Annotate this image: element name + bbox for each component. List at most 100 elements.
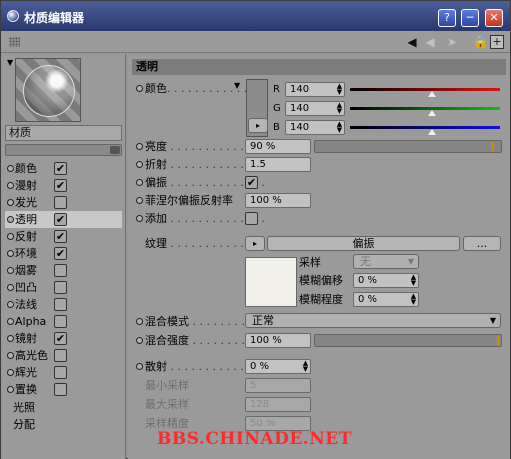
channel-checkbox[interactable] [54,298,67,311]
animation-dot[interactable] [136,161,143,168]
animation-dot[interactable] [136,85,143,92]
rgb-value-field[interactable]: 140 ▲ ▼ [285,82,345,97]
min-samples-field[interactable]: 5 [245,378,311,393]
channel-checkbox[interactable] [54,264,67,277]
animation-dot[interactable] [136,363,143,370]
channel-item[interactable]: 漫射 ✔ [5,177,122,194]
grip-icon[interactable] [9,37,20,47]
rgb-value: 140 [290,84,310,95]
channel-checkbox[interactable] [54,383,67,396]
animation-dot[interactable] [136,143,143,150]
channel-item[interactable]: 透明 ✔ [5,211,122,228]
sampling-dropdown[interactable]: 无 ▼ [353,254,419,269]
spinner-icon[interactable]: ▲ ▼ [336,83,343,96]
close-button[interactable]: ✕ [485,9,503,27]
channel-item[interactable]: 凹凸 [5,279,122,296]
channel-label: 发光 [15,196,37,209]
material-name-field[interactable]: 材质 [5,125,122,141]
animation-dot[interactable] [136,337,143,344]
slider-marker[interactable] [497,336,500,345]
channel-item[interactable]: 置换 [5,381,122,398]
help-button[interactable]: ? [438,9,456,27]
spinner-icon[interactable]: ▲ ▼ [336,102,343,115]
channel-item[interactable]: 辉光 [5,364,122,381]
channel-label: 环境 [15,247,37,260]
channel-item[interactable]: 高光色 [5,347,122,364]
preview-menu-icon[interactable]: ▼ [7,58,13,67]
channel-item[interactable]: 发光 [5,194,122,211]
rgb-gradient-slider[interactable] [350,88,500,91]
texture-menu-button[interactable]: ▸ [245,236,265,251]
mix-strength-slider[interactable] [314,334,502,347]
blur-scale-field[interactable]: 0 % ▲ ▼ [353,292,419,307]
texture-thumbnail[interactable] [245,257,297,307]
spinner-icon[interactable]: ▲ ▼ [302,360,309,373]
max-samples-field[interactable]: 128 [245,397,311,412]
minimize-button[interactable]: ─ [461,9,479,27]
fresnel-field[interactable]: 100 % [245,193,311,208]
slider-knob[interactable] [110,146,120,154]
mix-mode-dropdown[interactable]: 正常 ▼ [245,313,501,328]
additive-checkbox[interactable] [245,212,258,225]
rgb-value-field[interactable]: 140 ▲ ▼ [285,120,345,135]
mix-strength-field[interactable]: 100 % [245,333,311,348]
material-slider[interactable] [5,144,122,156]
channel-item[interactable]: 法线 [5,296,122,313]
channel-checkbox[interactable] [54,281,67,294]
rgb-gradient-slider[interactable] [350,126,500,129]
animation-dot[interactable] [136,179,143,186]
spinner-icon[interactable]: ▲ ▼ [410,293,417,306]
channel-checkbox[interactable]: ✔ [54,247,67,260]
channel-checkbox[interactable]: ✔ [54,162,67,175]
channel-checkbox[interactable] [54,349,67,362]
channel-item[interactable]: 颜色 ✔ [5,160,122,177]
channel-item[interactable]: 反射 ✔ [5,228,122,245]
pointer-dim-icon[interactable]: ➤ [445,35,459,49]
blur-offset-field[interactable]: 0 % ▲ ▼ [353,273,419,288]
title-bar[interactable]: 材质编辑器 ? ─ ✕ [1,1,510,31]
lock-icon[interactable]: 🔒 [473,35,488,49]
brightness-field[interactable]: 90 % [245,139,311,154]
channel-checkbox[interactable] [54,196,67,209]
spinner-icon[interactable]: ▲ ▼ [336,121,343,134]
channel-item[interactable]: 镜射 ✔ [5,330,122,347]
texture-button[interactable]: 偏振 [267,236,460,251]
color-menu-icon[interactable]: ▼ [234,81,240,90]
polarize-checkbox[interactable]: ✔ [245,176,258,189]
channel-lighting[interactable]: 光照 [5,399,122,416]
dispersion-field[interactable]: 0 % ▲ ▼ [245,359,311,374]
brightness-slider[interactable] [314,140,502,153]
animation-dot[interactable] [136,215,143,222]
material-preview[interactable] [15,58,81,122]
slider-marker[interactable] [491,142,494,151]
slider-caret-icon[interactable] [428,110,436,116]
animation-dot[interactable] [136,318,143,325]
channel-checkbox[interactable] [54,315,67,328]
new-window-icon[interactable]: + [490,35,504,49]
channel-dot [7,301,14,308]
channel-item[interactable]: 环境 ✔ [5,245,122,262]
slider-caret-icon[interactable] [428,91,436,97]
channel-label: 烟雾 [15,264,37,277]
arrow-left-icon[interactable]: ◀ [405,35,419,49]
color-picker-button[interactable]: ▸ [248,118,268,133]
rgb-gradient-slider[interactable] [350,107,500,110]
channel-checkbox[interactable]: ✔ [54,230,67,243]
channel-checkbox[interactable]: ✔ [54,332,67,345]
animation-dot[interactable] [136,197,143,204]
channel-label: 法线 [15,298,37,311]
channel-checkbox[interactable] [54,366,67,379]
arrow-left-dim-icon[interactable]: ◀ [423,35,437,49]
channel-assign[interactable]: 分配 [5,416,122,433]
spinner-icon[interactable]: ▲ ▼ [410,274,417,287]
slider-caret-icon[interactable] [428,129,436,135]
refraction-field[interactable]: 1.5 [245,157,311,172]
rgb-value-field[interactable]: 140 ▲ ▼ [285,101,345,116]
rgb-channel-label: B [273,122,280,133]
fresnel-label: 菲涅尔偏振反射率 [136,193,233,208]
channel-item[interactable]: Alpha [5,313,122,330]
channel-item[interactable]: 烟雾 [5,262,122,279]
channel-checkbox[interactable]: ✔ [54,213,67,226]
texture-more-button[interactable]: ... [463,236,501,251]
channel-checkbox[interactable]: ✔ [54,179,67,192]
